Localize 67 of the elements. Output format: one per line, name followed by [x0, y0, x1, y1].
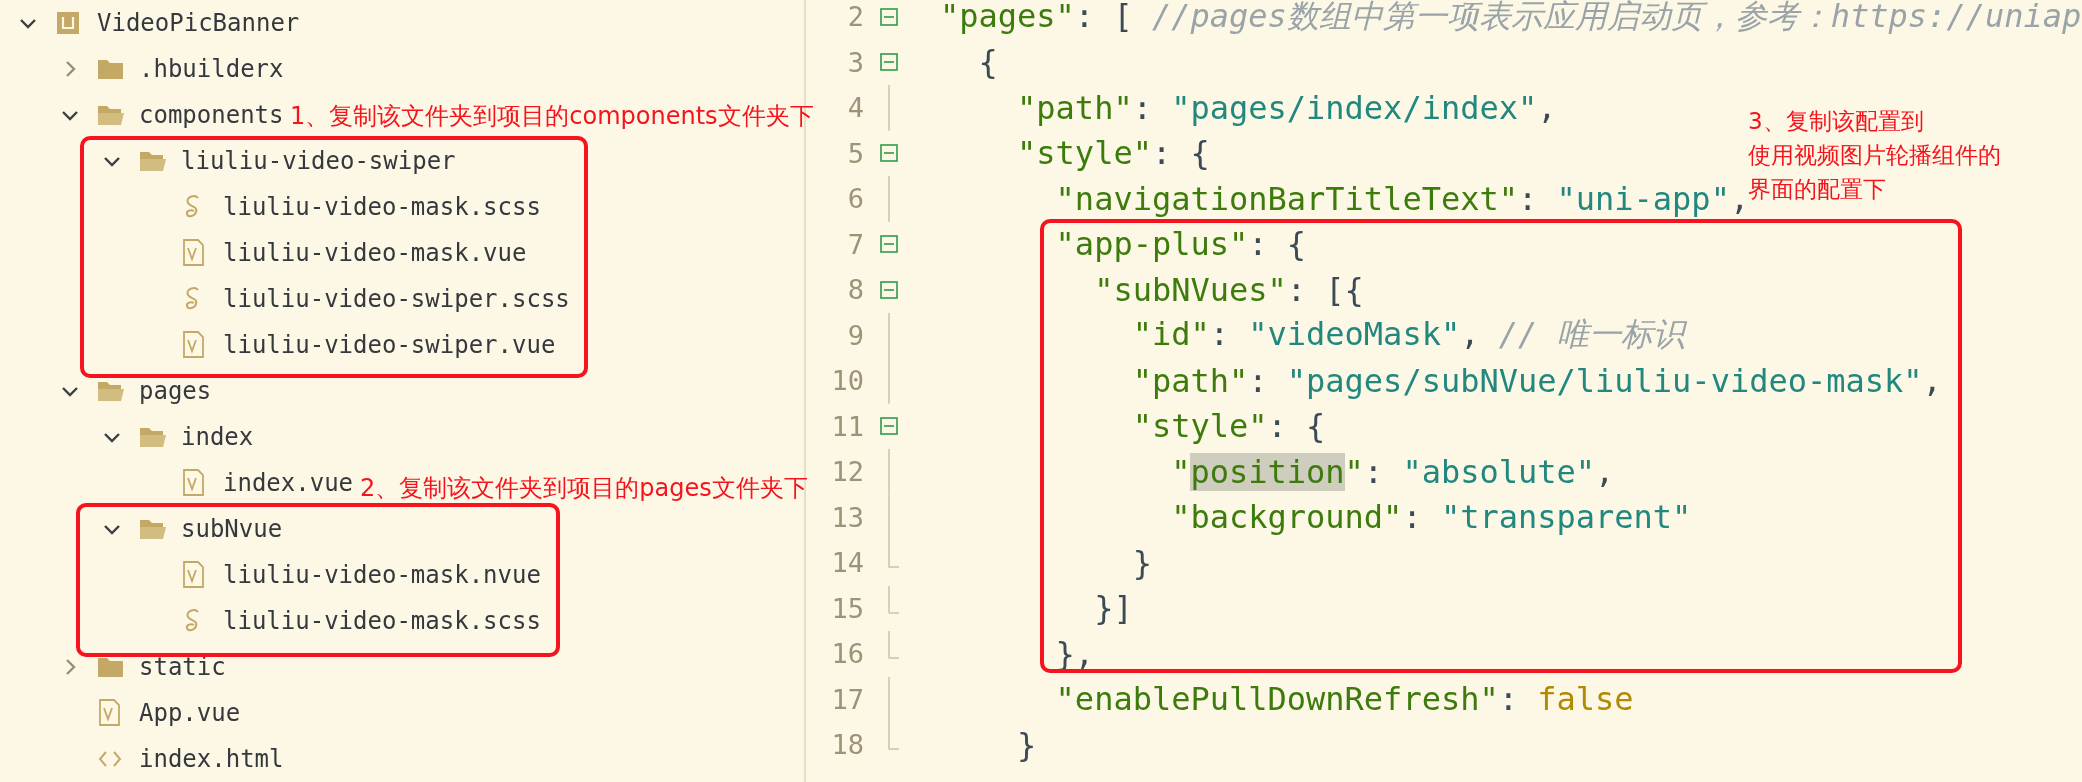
folder-item[interactable]: liuliu-video-swiper — [181, 147, 456, 175]
code-line: "path": "pages/index/index", — [1016, 88, 1557, 127]
code-line: "pages": [ //pages数组中第一项表示应用启动页，参考：https://uniap — [940, 0, 2082, 37]
code-line: "enablePullDownRefresh": false — [1054, 680, 1634, 719]
code-line: "path": "pages/subNVue/liuliu-video-mask", — [1131, 361, 1942, 400]
folder-item[interactable]: components — [139, 101, 284, 129]
annotation-text: 2、复制该文件夹到项目的pages文件夹下 — [360, 473, 808, 504]
line-number: 6 — [846, 183, 864, 215]
collapse-icon[interactable] — [880, 7, 898, 26]
annotation-text: 使用视频图片轮播组件的 — [1748, 141, 2001, 170]
code-line: }] — [1093, 589, 1133, 628]
line-number: 8 — [846, 274, 864, 306]
file-icon — [181, 561, 207, 589]
annotation-text: 界面的配置下 — [1748, 175, 1887, 204]
line-number: 15 — [830, 592, 864, 624]
file-item[interactable]: liuliu-video-mask.scss — [223, 193, 541, 221]
line-number: 10 — [830, 365, 864, 397]
collapse-icon[interactable] — [880, 280, 898, 299]
collapse-icon[interactable] — [880, 235, 898, 254]
file-icon — [181, 331, 207, 359]
folder-item[interactable]: VideoPicBanner — [97, 9, 300, 37]
code-line: "style": { — [1016, 134, 1210, 173]
file-icon — [97, 699, 123, 727]
file-icon — [181, 239, 207, 267]
line-number: 5 — [846, 137, 864, 169]
line-number: 18 — [830, 729, 864, 761]
code-line: "subNVues": [{ — [1093, 270, 1364, 309]
folder-item[interactable]: subNvue — [181, 515, 283, 543]
line-number: 13 — [830, 501, 864, 533]
file-item[interactable]: liuliu-video-swiper.vue — [223, 331, 556, 359]
code-line: "navigationBarTitleText": "uni-app", — [1054, 179, 1750, 218]
code-line: "background": "transparent" — [1170, 498, 1692, 537]
file-item[interactable]: index.vue — [223, 469, 354, 497]
line-number: 9 — [846, 319, 864, 351]
collapse-icon[interactable] — [880, 144, 898, 163]
annotation-text: 3、复制该配置到 — [1748, 107, 1925, 136]
line-number: 11 — [830, 410, 864, 442]
line-number: 14 — [830, 547, 864, 579]
code-line: "id": "videoMask", // 唯一标识 — [1131, 314, 1685, 356]
file-item[interactable]: index.html — [139, 745, 284, 773]
code-line: } — [1131, 543, 1152, 582]
code-line: } — [1016, 725, 1037, 764]
file-item[interactable]: liuliu-video-swiper.scss — [223, 285, 570, 313]
folder-item[interactable]: .hbuilderx — [139, 55, 284, 83]
annotation-text: 1、复制该文件夹到项目的components文件夹下 — [290, 101, 814, 132]
collapse-icon[interactable] — [880, 53, 898, 72]
folder-item[interactable]: static — [139, 653, 226, 681]
file-item[interactable]: liuliu-video-mask.nvue — [223, 561, 541, 589]
collapse-icon[interactable] — [880, 417, 898, 436]
line-number: 16 — [830, 638, 864, 670]
file-icon — [181, 469, 207, 497]
folder-item[interactable]: index — [181, 423, 254, 451]
line-number: 7 — [846, 228, 864, 260]
code-line: "position": "absolute", — [1170, 452, 1615, 491]
file-item[interactable]: App.vue — [139, 699, 241, 727]
line-number: 2 — [846, 1, 864, 33]
folder-item[interactable]: pages — [139, 377, 212, 405]
code-line: { — [977, 43, 998, 82]
line-number: 4 — [846, 92, 864, 124]
file-item[interactable]: liuliu-video-mask.vue — [223, 239, 527, 267]
line-number: 3 — [846, 46, 864, 78]
code-line: "style": { — [1131, 407, 1326, 446]
file-item[interactable]: liuliu-video-mask.scss — [223, 607, 541, 635]
line-number: 12 — [830, 456, 864, 488]
line-number: 17 — [830, 683, 864, 715]
project-icon — [55, 10, 81, 36]
code-line: "app-plus": { — [1054, 225, 1307, 264]
